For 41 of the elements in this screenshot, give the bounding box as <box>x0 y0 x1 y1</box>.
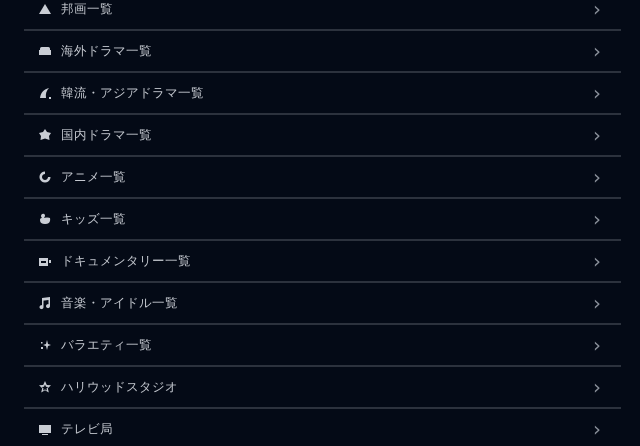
menu-item[interactable]: ドキュメンタリー一覧 › <box>24 241 621 283</box>
menu-item[interactable]: 韓流・アジアドラマ一覧 › <box>24 73 621 115</box>
chevron-icon: › <box>593 377 601 397</box>
menu-label: アニメ一覧 <box>61 168 127 186</box>
menu-label: 国内ドラマ一覧 <box>61 126 153 144</box>
chevron-icon: › <box>593 209 601 229</box>
sparkle-icon <box>38 338 52 352</box>
menu-item[interactable]: アニメ一覧 › <box>24 157 621 199</box>
sofa-icon <box>38 44 52 58</box>
mountain-icon <box>38 2 52 16</box>
menu-label: 韓流・アジアドラマ一覧 <box>61 84 205 102</box>
chevron-icon: › <box>593 83 601 103</box>
menu-label: ドキュメンタリー一覧 <box>61 252 192 270</box>
menu-item[interactable]: 邦画一覧 › <box>24 0 621 31</box>
menu-item[interactable]: キッズ一覧 › <box>24 199 621 241</box>
menu-item[interactable]: バラエティ一覧 › <box>24 325 621 367</box>
duck-icon <box>38 212 52 226</box>
tv-icon <box>38 422 52 436</box>
music-note-icon <box>38 296 52 310</box>
menu-item[interactable]: 音楽・アイドル一覧 › <box>24 283 621 325</box>
chevron-icon: › <box>593 293 601 313</box>
menu-item[interactable]: ハリウッドスタジオ › <box>24 367 621 409</box>
chevron-icon: › <box>593 125 601 145</box>
chevron-icon: › <box>593 41 601 61</box>
chevron-icon: › <box>593 251 601 271</box>
chevron-icon: › <box>593 335 601 355</box>
menu-label: 海外ドラマ一覧 <box>61 42 153 60</box>
menu-label: 邦画一覧 <box>61 0 114 18</box>
chevron-icon: › <box>593 167 601 187</box>
menu-item[interactable]: テレビ局 › <box>24 409 621 446</box>
menu-label: ハリウッドスタジオ <box>61 378 179 396</box>
star-icon <box>38 380 52 394</box>
chevron-icon: › <box>593 0 601 19</box>
menu-item[interactable]: 国内ドラマ一覧 › <box>24 115 621 157</box>
menu-label: キッズ一覧 <box>61 210 127 228</box>
chevron-icon: › <box>593 419 601 439</box>
menu-label: 音楽・アイドル一覧 <box>61 294 179 312</box>
swirl-icon <box>38 170 52 184</box>
menu-item[interactable]: 海外ドラマ一覧 › <box>24 31 621 73</box>
menu-label: バラエティ一覧 <box>61 336 153 354</box>
menu-label: テレビ局 <box>61 420 114 438</box>
